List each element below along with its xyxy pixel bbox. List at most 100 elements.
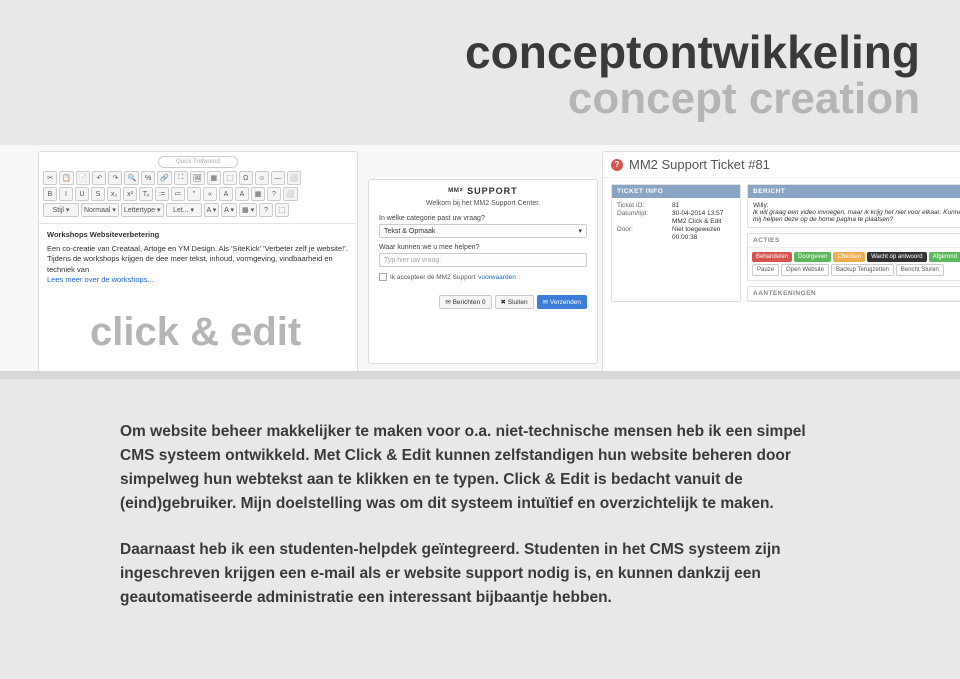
- category-label: In welke categorie past uw vraag?: [379, 215, 587, 222]
- toolbar-button[interactable]: «: [203, 187, 217, 201]
- info-key: Ticket ID:: [617, 202, 672, 209]
- paragraph-2: Daarnaast heb ik een studenten-helpdek g…: [120, 538, 840, 610]
- ticket-info-box: TICKET INFO Ticket ID:81Datum/tijd:30-04…: [611, 184, 741, 302]
- info-key: Datum/tijd:: [617, 210, 672, 217]
- divider-band: [0, 371, 960, 379]
- toolbar-button[interactable]: :=: [155, 187, 169, 201]
- question-label: Waar kunnen we u mee helpen?: [379, 244, 587, 251]
- toolbar-dropdown[interactable]: Normaal ▾: [81, 203, 119, 217]
- ticket-actions-box: ACTIES BehandelenDoorgevenCheckenWacht o…: [747, 233, 960, 281]
- toolbar-button[interactable]: —: [271, 171, 285, 185]
- info-value: 81: [672, 202, 735, 209]
- toolbar-button[interactable]: B: [43, 187, 57, 201]
- chevron-down-icon: ▾: [578, 227, 582, 235]
- ticket-notes-box: AANTEKENINGEN: [747, 286, 960, 302]
- info-key: [617, 218, 672, 225]
- action-button[interactable]: Doorgeven: [794, 252, 831, 262]
- toolbar-button[interactable]: ⛶: [174, 171, 188, 185]
- action-button[interactable]: Checken: [833, 252, 865, 262]
- accept-terms-row[interactable]: Ik accepteer de MM2 Support voorwaarden.: [379, 273, 587, 281]
- toolbar-button[interactable]: ✂: [43, 171, 57, 185]
- heading-primary: conceptontwikkeling: [465, 28, 920, 76]
- action-button[interactable]: Backup Terugzetten: [831, 264, 894, 276]
- toolbar-button[interactable]: ↷: [108, 171, 122, 185]
- ticket-info-row: 00:00:38: [617, 234, 735, 241]
- accept-checkbox[interactable]: [379, 273, 387, 281]
- category-value: Tekst & Opmaak: [384, 228, 435, 235]
- content-heading: Workshops Websiteverbetering: [47, 230, 349, 241]
- toolbar-button[interactable]: S: [91, 187, 105, 201]
- toolbar-button[interactable]: %: [141, 171, 155, 185]
- toolbar-button[interactable]: Tₓ: [139, 187, 153, 201]
- info-value: 00:00:38: [672, 234, 735, 241]
- action-button[interactable]: Open Website: [781, 264, 829, 276]
- accept-text: Ik accepteer de MM2 Support: [390, 274, 475, 281]
- category-select[interactable]: Tekst & Opmaak ▾: [379, 224, 587, 238]
- toolbar-button[interactable]: ▦ ▾: [239, 203, 257, 217]
- toolbar-button[interactable]: U: [75, 187, 89, 201]
- toolbar-button[interactable]: ↶: [92, 171, 106, 185]
- toolbar-button[interactable]: ?: [267, 187, 281, 201]
- close-button[interactable]: ✖ Sluiten: [495, 295, 534, 309]
- toolbar-button[interactable]: ▦: [207, 171, 221, 185]
- toolbar-button[interactable]: ≔: [171, 187, 185, 201]
- toolbar-dropdown[interactable]: Stijl ▾: [43, 203, 79, 217]
- actions-header: ACTIES: [748, 234, 960, 248]
- content-text: Een co-creatie van Creataal, Artoge en Y…: [47, 244, 349, 276]
- toolbar-button[interactable]: ⬜: [287, 171, 302, 185]
- send-button[interactable]: ✉ Verzenden: [537, 295, 587, 309]
- toolbar-button[interactable]: 🔍: [124, 171, 139, 185]
- info-key: Door:: [617, 226, 672, 233]
- info-value: MM2 Click & Edit: [672, 218, 735, 225]
- toolbar-button[interactable]: A: [235, 187, 249, 201]
- toolbar-button[interactable]: Ω: [239, 171, 253, 185]
- support-ticket-panel: ? MM2 Support Ticket #81 TICKET INFO Tic…: [602, 151, 960, 375]
- toolbar-button[interactable]: ?: [259, 203, 273, 217]
- info-value: Niet toegewezen: [672, 226, 735, 233]
- action-button[interactable]: Behandelen: [752, 252, 792, 262]
- toolbar-button[interactable]: 📄: [76, 171, 91, 185]
- content-readmore-link[interactable]: Lees meer over de workshops...: [47, 275, 349, 286]
- action-button[interactable]: Wacht op antwoord: [867, 252, 926, 262]
- support-form-panel: ᴹᴹ² SUPPORT Welkom bij het MM2 Support C…: [368, 179, 598, 364]
- toolbar-dropdown[interactable]: Let... ▾: [166, 203, 202, 217]
- ticket-info-row: Datum/tijd:30-04-2014 13:57: [617, 210, 735, 217]
- toolbar-button[interactable]: x²: [123, 187, 137, 201]
- toolbar-button[interactable]: ▦: [251, 187, 265, 201]
- toolbar-button[interactable]: x₂: [107, 187, 121, 201]
- toolbar-button[interactable]: ": [187, 187, 201, 201]
- toolbar-button[interactable]: ⬚: [275, 203, 289, 217]
- ticket-title: MM2 Support Ticket #81: [629, 157, 770, 172]
- article-body: Om website beheer makkelijker te maken v…: [120, 420, 840, 632]
- editor-search[interactable]: Quick Trefwoord: [158, 156, 238, 168]
- editor-content[interactable]: Workshops Websiteverbetering Een co-crea…: [39, 224, 357, 292]
- editor-toolbar: Quick Trefwoord ✂📋📄↶↷🔍%🔗⛶🖼▦⬚Ω☺—⬜ BIUSx₂x…: [39, 152, 357, 224]
- messages-button[interactable]: ✉ Berichten 0: [439, 295, 491, 309]
- page-heading: conceptontwikkeling concept creation: [465, 28, 920, 122]
- question-input[interactable]: Typ hier uw vraag.: [379, 253, 587, 267]
- ticket-info-row: Door:Niet toegewezen: [617, 226, 735, 233]
- ticket-info-row: MM2 Click & Edit: [617, 218, 735, 225]
- toolbar-button[interactable]: 📋: [59, 171, 74, 185]
- toolbar-button[interactable]: A ▾: [204, 203, 220, 217]
- toolbar-dropdown[interactable]: Lettertype ▾: [121, 203, 164, 217]
- toolbar-button[interactable]: A ▾: [221, 203, 237, 217]
- toolbar-button[interactable]: ☺: [255, 171, 269, 185]
- toolbar-button[interactable]: 🖼: [190, 171, 205, 185]
- ticket-info-row: Ticket ID:81: [617, 202, 735, 209]
- toolbar-button[interactable]: 🔗: [157, 171, 172, 185]
- notes-header: AANTEKENINGEN: [748, 287, 960, 301]
- action-button[interactable]: Afgerond: [929, 252, 960, 262]
- toolbar-button[interactable]: A: [219, 187, 233, 201]
- action-button[interactable]: Pauze: [752, 264, 779, 276]
- toolbar-button[interactable]: ⬜: [283, 187, 298, 201]
- heading-secondary: concept creation: [465, 76, 920, 122]
- help-icon: ?: [611, 159, 623, 171]
- message-body: Ik wil graag een video invoegen, maar ik…: [753, 209, 960, 223]
- toolbar-button[interactable]: I: [59, 187, 73, 201]
- action-button[interactable]: Bericht Sturen: [896, 264, 944, 276]
- support-welcome: Welkom bij het MM2 Support Center.: [379, 200, 587, 207]
- message-from: Willy:: [753, 202, 960, 209]
- toolbar-button[interactable]: ⬚: [223, 171, 237, 185]
- terms-link[interactable]: voorwaarden: [478, 274, 516, 281]
